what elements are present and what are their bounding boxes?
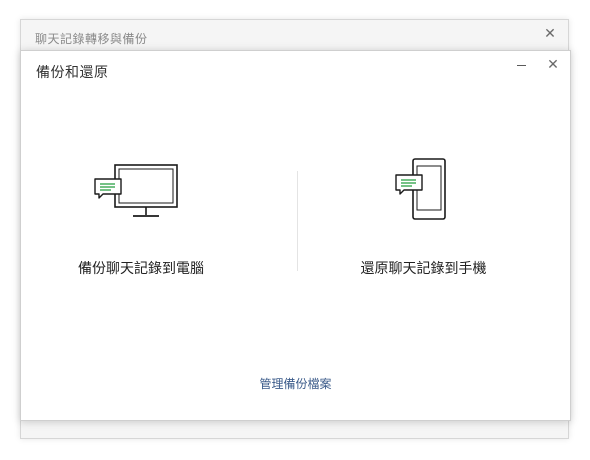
- minimize-icon: [517, 65, 526, 66]
- backup-restore-dialog: 備份和還原 ✕ 備份聊天記錄到電腦 還原聊天記錄到手機 管理備份檔案: [20, 50, 571, 421]
- close-icon: ✕: [544, 26, 556, 42]
- minimize-button[interactable]: [511, 55, 533, 75]
- stage: 聊天記錄轉移與備份 ✕ 備份和還原 ✕ 備份聊天記錄到電腦 還原聊天記錄到手機 …: [0, 0, 590, 460]
- restore-to-phone-label: 還原聊天記錄到手機: [360, 261, 487, 277]
- chat-transfer-window-title: 聊天記錄轉移與備份: [35, 32, 148, 46]
- manage-backup-files-link[interactable]: 管理備份檔案: [21, 375, 570, 392]
- phone-chat-icon: [395, 158, 446, 220]
- backup-to-pc-label: 備份聊天記錄到電腦: [78, 261, 204, 277]
- dialog-title: 備份和還原: [36, 65, 109, 81]
- chat-transfer-close-button[interactable]: ✕: [540, 24, 560, 44]
- restore-to-phone-option[interactable]: 還原聊天記錄到手機: [336, 158, 511, 283]
- close-button[interactable]: ✕: [542, 55, 564, 75]
- backup-to-pc-option[interactable]: 備份聊天記錄到電腦: [61, 163, 221, 283]
- option-divider: [297, 171, 298, 271]
- desktop-monitor-chat-icon: [94, 164, 178, 217]
- close-icon: ✕: [547, 57, 559, 73]
